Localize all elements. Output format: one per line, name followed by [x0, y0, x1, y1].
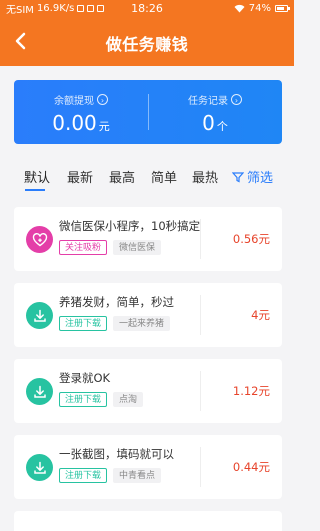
- task-type-tag: 注册下载: [59, 468, 108, 483]
- sort-tabs: 默认 最新 最高 简单 最热 筛选: [0, 162, 294, 192]
- task-app-tag: 一起来养猪: [113, 316, 171, 331]
- active-tab-indicator: [25, 189, 45, 191]
- status-bar: 无SIM 16.9K/s 18:26 74%: [0, 0, 294, 16]
- task-item[interactable]: 微信医保小程序，10秒搞定 关注吸粉 微信医保 0.56元: [14, 207, 282, 271]
- filter-button[interactable]: 筛选: [232, 167, 273, 186]
- tab-default[interactable]: 默认: [24, 167, 50, 186]
- divider: [200, 371, 201, 411]
- tab-simple[interactable]: 简单: [151, 167, 177, 186]
- tab-hottest[interactable]: 最热: [192, 167, 218, 186]
- balance-card: 余额提现 › 0.00 元 任务记录 › 0个: [14, 80, 282, 144]
- withdraw-section[interactable]: 余额提现 › 0.00 元: [14, 80, 148, 144]
- task-reward: 4元: [251, 308, 270, 322]
- task-title: 养猪发财，简单，秒过: [59, 295, 174, 309]
- task-item[interactable]: 一张截图，填码就可以 注册下载 中青看点 0.44元: [14, 435, 282, 499]
- task-title: 登录就OK: [59, 371, 111, 385]
- download-icon: [26, 378, 53, 405]
- task-type-tag: 注册下载: [59, 392, 108, 407]
- clock: 18:26: [131, 1, 163, 15]
- task-type-tag: 关注吸粉: [59, 240, 108, 255]
- download-icon: [26, 454, 53, 481]
- task-app-tag: 中青看点: [113, 468, 162, 483]
- page-title: 做任务赚钱: [105, 35, 189, 54]
- task-app-tag: 微信医保: [113, 240, 162, 255]
- task-reward: 1.12元: [232, 384, 270, 398]
- filter-label: 筛选: [247, 171, 274, 186]
- records-label: 任务记录: [188, 96, 228, 107]
- records-section[interactable]: 任务记录 › 0个: [148, 80, 282, 144]
- chevron-right-icon: ›: [231, 94, 242, 105]
- task-item[interactable]: 养猪发财，简单，秒过 注册下载 一起来养猪 4元: [14, 283, 282, 347]
- records-count: 0: [202, 111, 215, 135]
- download-icon: [26, 302, 53, 329]
- task-item-partial[interactable]: [14, 511, 282, 531]
- filter-icon: [232, 171, 244, 182]
- tab-newest[interactable]: 最新: [67, 167, 93, 186]
- task-title: 微信医保小程序，10秒搞定: [59, 219, 201, 233]
- divider: [200, 447, 201, 487]
- heart-plus-icon: [26, 226, 53, 253]
- task-type-tag: 注册下载: [59, 316, 108, 331]
- task-item[interactable]: 登录就OK 注册下载 点淘 1.12元: [14, 359, 282, 423]
- task-reward: 0.56元: [232, 232, 270, 246]
- app-header: 做任务赚钱: [0, 16, 294, 66]
- task-title: 一张截图，填码就可以: [59, 447, 174, 461]
- withdraw-unit: 元: [98, 120, 110, 133]
- battery-icon: [275, 4, 290, 12]
- chevron-right-icon: ›: [97, 94, 108, 105]
- divider: [200, 295, 201, 335]
- task-reward: 0.44元: [232, 460, 270, 474]
- tab-highest[interactable]: 最高: [109, 167, 135, 186]
- divider: [200, 219, 201, 259]
- withdraw-amount: 0.00: [52, 111, 97, 135]
- records-unit: 个: [216, 120, 228, 133]
- task-app-tag: 点淘: [113, 392, 144, 407]
- withdraw-label: 余额提现: [54, 96, 94, 107]
